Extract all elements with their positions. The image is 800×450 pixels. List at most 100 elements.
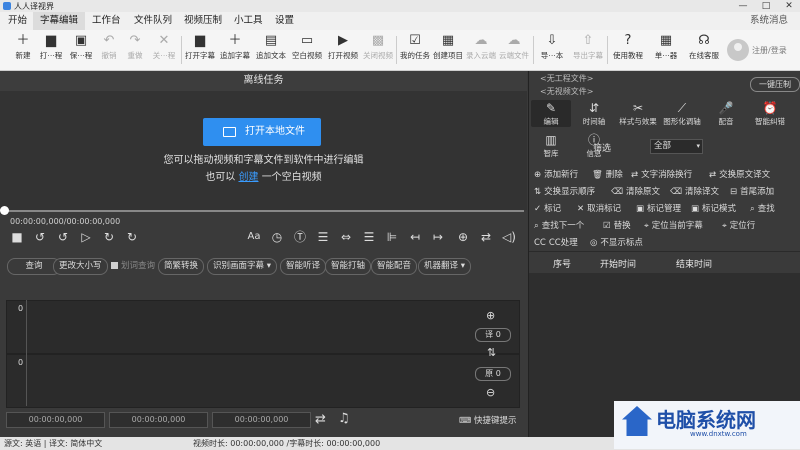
mark-mode-button[interactable]: ▣ 标记模式	[691, 202, 736, 214]
tool-library[interactable]: ▥ 智库	[531, 132, 571, 159]
tool-edit[interactable]: ✎ 编辑	[531, 100, 571, 127]
zoom-in-icon[interactable]: ⊕	[486, 309, 495, 322]
remove-linebreak-button[interactable]: ⇄ 文字消除换行	[631, 168, 692, 180]
swap-icon[interactable]: ⇄	[315, 412, 326, 427]
action-label: 交换显示顺序	[544, 187, 596, 197]
menu-settings[interactable]: 设置	[268, 12, 301, 30]
menu-file-queue[interactable]: 文件队列	[127, 12, 179, 30]
align-left-icon[interactable]: ⊫	[384, 229, 400, 245]
shift-right-icon[interactable]: ↦	[430, 229, 446, 245]
cc-process-button[interactable]: CC CC处理	[534, 236, 578, 248]
online-service-button[interactable]: ☊ 在线客服	[687, 32, 721, 68]
play-icon[interactable]: ▷	[78, 229, 94, 245]
tutorial-button[interactable]: ? 使用教程	[611, 32, 645, 68]
forward-icon[interactable]: ↻	[101, 229, 117, 245]
fast-forward-icon[interactable]: ↻	[124, 229, 140, 245]
mark-button[interactable]: ✓ 标记	[534, 202, 561, 214]
time-field-start[interactable]: 00:00:00,000	[6, 412, 105, 428]
maximize-button[interactable]: □	[755, 0, 777, 12]
swap-tracks-icon[interactable]: ⇅	[487, 346, 496, 359]
shift-left-icon[interactable]: ↤	[407, 229, 423, 245]
rewind-icon[interactable]: ↺	[32, 229, 48, 245]
add-row-button[interactable]: ⊕ 添加新行	[534, 168, 578, 180]
time-field-end[interactable]: 00:00:00,000	[109, 412, 208, 428]
import-button[interactable]: ⇩ 导⋯本	[535, 32, 569, 68]
locate-current-button[interactable]: ⌖ 定位当前字幕	[644, 219, 703, 231]
avatar[interactable]	[727, 39, 749, 61]
playback-progress-bar[interactable]	[4, 210, 524, 212]
swap-source-target-button[interactable]: ⇄ 交换原文译文	[709, 168, 770, 180]
column-index[interactable]: 序号	[553, 257, 571, 270]
export-subtitle-button[interactable]: ⇧ 导出字幕	[571, 32, 605, 68]
underline-query-checkbox[interactable]	[111, 262, 118, 269]
menu-workbench[interactable]: 工作台	[85, 12, 128, 30]
smart-listen-button[interactable]: 智能听译	[280, 258, 327, 275]
time-field-duration[interactable]: 00:00:00,000	[212, 412, 311, 428]
add-subtitle-button[interactable]: ＋追加字幕	[218, 32, 252, 68]
tool-style[interactable]: ✂ 样式与效果	[618, 100, 658, 127]
original-toggle[interactable]: 原 0	[475, 367, 511, 381]
tool-smart-correct[interactable]: ⏰ 智能纠错	[750, 100, 790, 127]
menu-video-burn[interactable]: 视频压制	[177, 12, 229, 30]
smart-axis-button[interactable]: 智能打轴	[325, 258, 372, 275]
shortcut-hint[interactable]: ⌨ 快捷键提示	[459, 414, 517, 426]
menu-subtitle-edit[interactable]: 字幕编辑	[33, 12, 86, 30]
text-tool-icon[interactable]: Ⓣ	[292, 229, 308, 245]
swap-display-order-button[interactable]: ⇅ 交换显示顺序	[534, 185, 595, 197]
tool-graph[interactable]: ⟋ 图形化调轴	[662, 100, 702, 127]
music-icon[interactable]: ♫	[338, 411, 350, 426]
clock-icon[interactable]: ◷	[269, 229, 285, 245]
replace-button[interactable]: ☑ 替换	[603, 219, 631, 231]
volume-icon[interactable]: ◁)	[501, 229, 517, 245]
close-project-button[interactable]: ✕ 关⋯程	[147, 32, 181, 68]
translation-track[interactable]	[6, 300, 520, 354]
minimize-button[interactable]: —	[732, 0, 754, 12]
split-icon[interactable]: ⇔	[338, 229, 354, 245]
one-click-burn-button[interactable]: 一键压制	[750, 77, 800, 92]
create-blank-video-link[interactable]: 创建	[239, 172, 259, 183]
column-end-time[interactable]: 结束时间	[676, 257, 712, 270]
help-icon: ?	[624, 33, 632, 48]
menu-tools[interactable]: 小工具	[227, 12, 270, 30]
blank-video-button[interactable]: ▭ 空白视频	[290, 32, 324, 68]
delete-button[interactable]: 🗑 删除	[592, 168, 623, 180]
machine-translate-dropdown[interactable]: 机器翻译	[418, 258, 471, 275]
tool-timeline[interactable]: ⇵ 时间轴	[574, 100, 614, 127]
simplified-traditional-button[interactable]: 简繁转换	[158, 258, 205, 275]
translation-toggle[interactable]: 译 0	[475, 328, 511, 342]
original-track[interactable]	[6, 354, 520, 408]
add-text-button[interactable]: ▤ 追加文本	[254, 32, 288, 68]
clear-source-button[interactable]: ⌫ 清除原文	[611, 185, 660, 197]
open-local-file-button[interactable]: 打开本地文件	[203, 118, 321, 146]
change-case-button[interactable]: 更改大小写	[53, 258, 108, 275]
unmark-button[interactable]: ✕ 取消标记	[577, 202, 621, 214]
tool-dub[interactable]: 🎤 配音	[706, 100, 746, 127]
back-icon[interactable]: ↺	[55, 229, 71, 245]
locate-row-button[interactable]: ⌖ 定位行	[722, 219, 755, 231]
system-message-link[interactable]: 系统消息	[750, 12, 788, 30]
filter-select[interactable]: 全部	[650, 139, 703, 154]
smart-dub-button[interactable]: 智能配音	[371, 258, 418, 275]
merge-icon[interactable]: ☰	[361, 229, 377, 245]
head-tail-add-button[interactable]: ⊟ 首尾添加	[730, 185, 774, 197]
mark-manage-button[interactable]: ▣ 标记管理	[636, 202, 681, 214]
recognize-subtitle-dropdown[interactable]: 识别画面字幕	[207, 258, 277, 275]
login-link[interactable]: 注册/登录	[752, 45, 787, 56]
stop-icon[interactable]: ■	[9, 229, 25, 245]
zoom-out-icon[interactable]: ⊖	[486, 386, 495, 399]
hide-punctuation-button[interactable]: ◎ 不显示标点	[590, 236, 643, 248]
clear-target-button[interactable]: ⌫ 清除译文	[670, 185, 719, 197]
font-size-icon[interactable]: Aa	[246, 229, 262, 245]
menu-start[interactable]: 开始	[1, 12, 34, 30]
find-next-button[interactable]: ⌕ 查找下一个	[534, 219, 584, 231]
playback-progress-handle[interactable]	[0, 206, 9, 215]
target-icon[interactable]: ⊕	[455, 229, 471, 245]
close-video-button[interactable]: ▩ 关闭视频	[361, 32, 395, 68]
calculator-button[interactable]: ▦ 单⋯器	[649, 32, 683, 68]
swap-icon[interactable]: ⇄	[478, 229, 494, 245]
align-icon[interactable]: ☰	[315, 229, 331, 245]
find-button[interactable]: ⌕ 查找	[750, 202, 775, 214]
cloud-file-button[interactable]: ☁ 云端文件	[497, 32, 531, 68]
close-button[interactable]: ✕	[778, 0, 800, 12]
column-start-time[interactable]: 开始时间	[600, 257, 636, 270]
